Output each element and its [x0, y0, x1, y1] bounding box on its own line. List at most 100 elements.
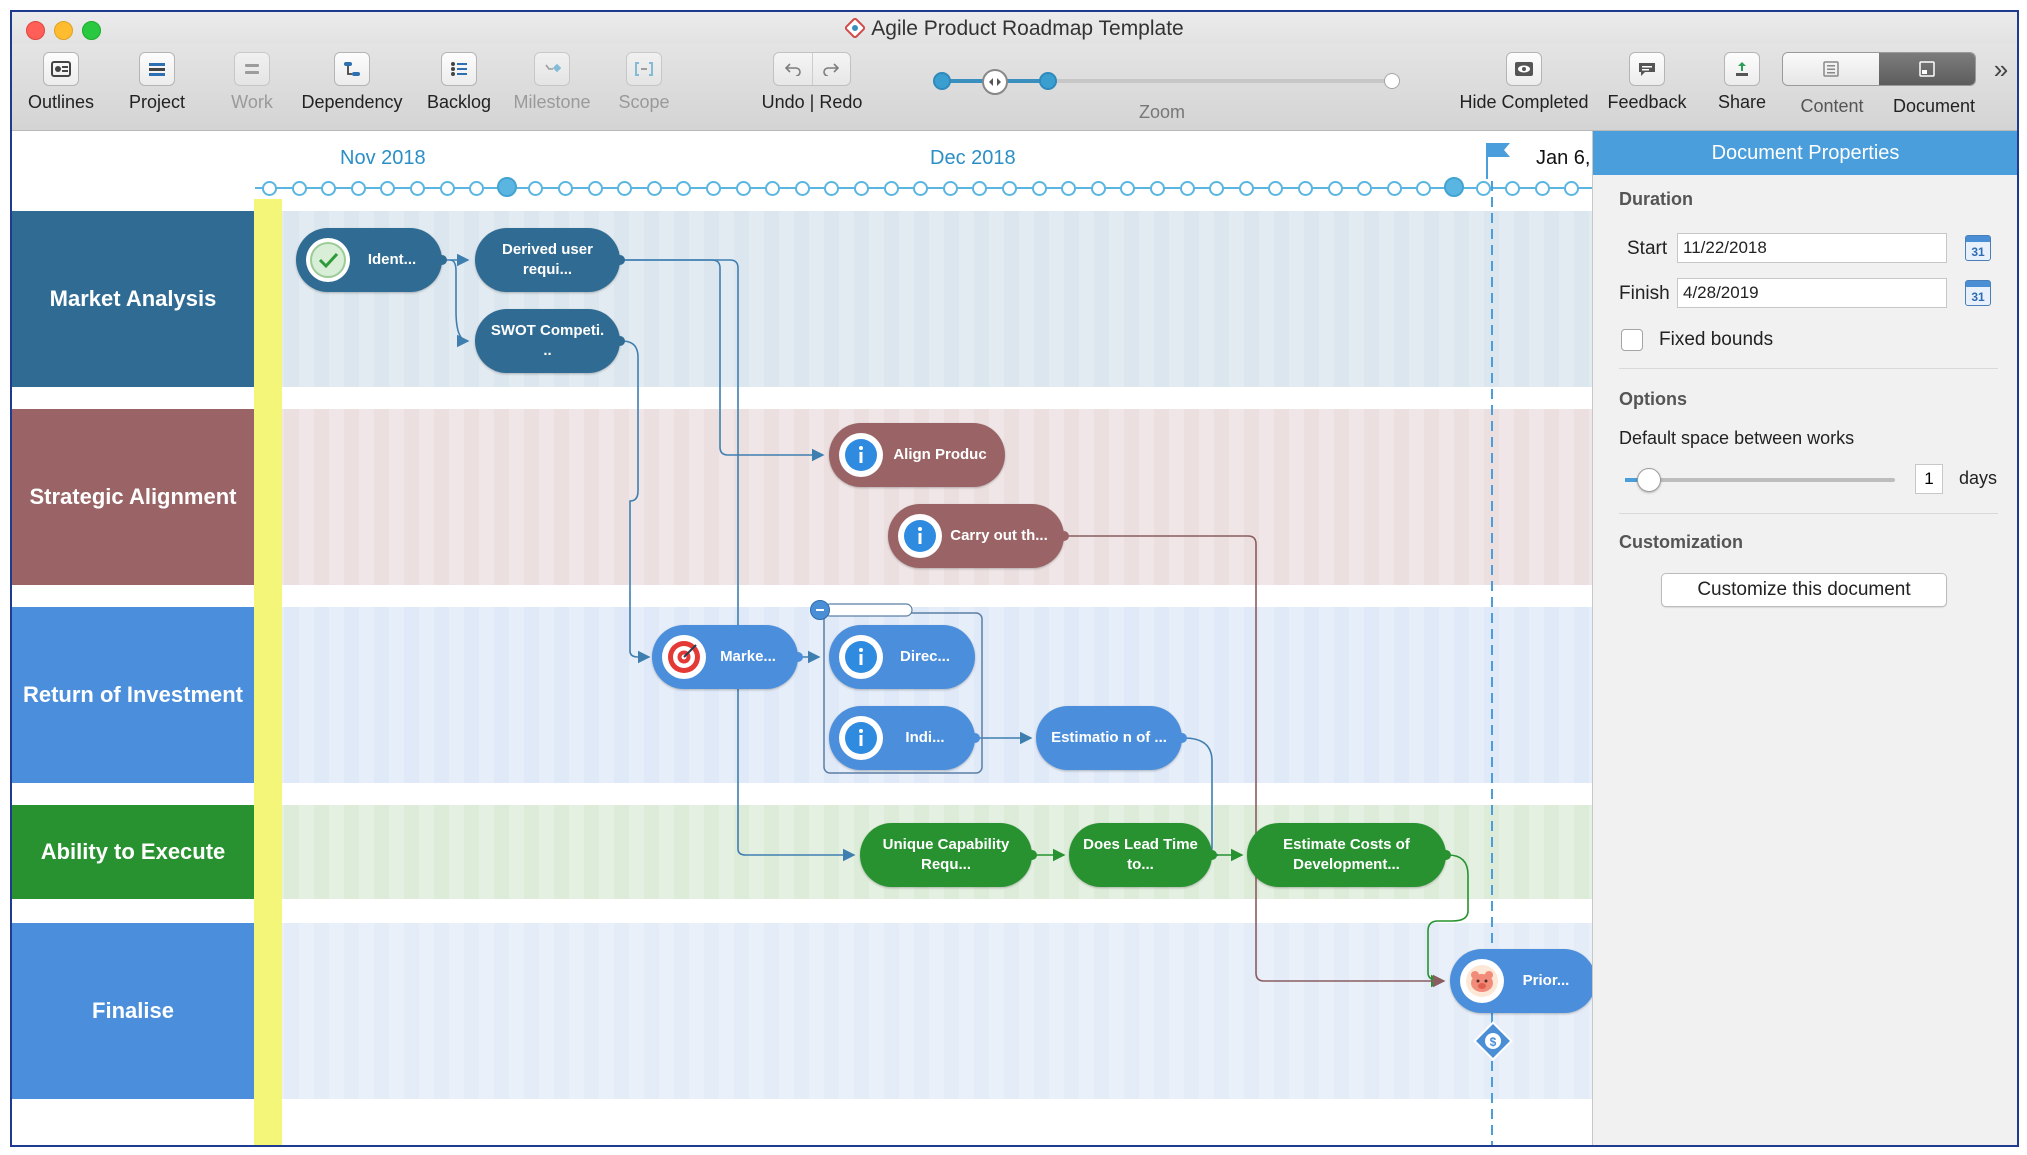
share-label: Share: [1717, 92, 1767, 112]
work-title: Carry out th...: [950, 527, 1048, 544]
panel-title: Document Properties: [1593, 131, 2017, 175]
zoom-center-handle[interactable]: [982, 69, 1008, 95]
zoom-slider[interactable]: [933, 69, 1400, 95]
dependency-icon: [334, 52, 370, 86]
work-does[interactable]: Does Lead Time to...: [1069, 823, 1217, 887]
work-title: Indi...: [905, 729, 945, 746]
space-unit-label: days: [1959, 468, 1998, 488]
group-collapse-button[interactable]: [810, 600, 830, 620]
project-button[interactable]: Project: [122, 52, 192, 113]
work-port[interactable]: [793, 652, 803, 662]
work-prior[interactable]: Prior...: [1450, 949, 1592, 1013]
work-icon: [234, 52, 270, 86]
work-title: Estimate Costs of Development...: [1283, 836, 1410, 873]
redo-icon: [823, 63, 840, 76]
work-port[interactable]: [1027, 850, 1037, 860]
milestone-diamond[interactable]: $: [1472, 1020, 1514, 1062]
work-direc[interactable]: Direc...: [829, 625, 975, 689]
work-port[interactable]: [1441, 850, 1451, 860]
duration-section-title: Duration: [1619, 189, 1693, 209]
milestone-button[interactable]: Milestone: [507, 52, 597, 113]
work-port[interactable]: [1059, 531, 1069, 541]
space-slider[interactable]: [1625, 468, 1895, 492]
outlines-icon: [43, 52, 79, 86]
toolbar-overflow-button[interactable]: »: [1990, 54, 2012, 85]
chevron-double-right-icon: »: [1993, 54, 2009, 84]
zoom-start-handle[interactable]: [933, 72, 951, 90]
start-label: Start: [1627, 238, 1668, 259]
fixed-bounds-label: Fixed bounds: [1659, 329, 1774, 350]
content-label-wrap: Content: [1792, 96, 1872, 117]
outlines-label: Outlines: [27, 92, 95, 112]
backlog-label: Backlog: [426, 92, 492, 112]
feedback-label: Feedback: [1607, 92, 1687, 112]
space-slider-knob[interactable]: [1637, 468, 1661, 492]
finish-date-field[interactable]: 4/28/2019: [1677, 278, 1947, 308]
work-port[interactable]: [615, 336, 625, 346]
start-calendar-icon[interactable]: 31: [1965, 235, 1991, 261]
feedback-button[interactable]: Feedback: [1602, 52, 1692, 113]
work-unique[interactable]: Unique Capability Requ...: [860, 823, 1037, 887]
work-port[interactable]: [1177, 733, 1187, 743]
options-section-title: Options: [1619, 389, 1687, 409]
zoom-label-wrap: Zoom: [1132, 102, 1192, 123]
milestone-icon: [534, 52, 570, 86]
customization-section-title: Customization: [1619, 532, 1743, 552]
work-port[interactable]: [970, 733, 980, 743]
work-derived[interactable]: Derived user requi...: [475, 228, 625, 292]
work-button[interactable]: Work: [222, 52, 282, 113]
work-title: Derived user requi...: [502, 241, 593, 278]
undo-redo-label: Undo | Redo: [761, 92, 863, 112]
start-date-field[interactable]: 11/22/2018: [1677, 233, 1947, 263]
project-icon: [139, 52, 175, 86]
minus-icon: [816, 609, 824, 611]
hide-completed-label: Hide Completed: [1459, 92, 1589, 112]
finish-calendar-icon[interactable]: 31: [1965, 280, 1991, 306]
share-button[interactable]: Share: [1712, 52, 1772, 113]
work-title: Unique Capability Requ...: [882, 836, 1010, 873]
space-value-field[interactable]: 1: [1915, 464, 1943, 494]
work-swot[interactable]: SWOT Competi. ..: [475, 309, 625, 373]
undo-button[interactable]: [774, 53, 812, 85]
scope-button[interactable]: Scope: [609, 52, 679, 113]
roadmap-canvas[interactable]: Market Analysis Strategic Alignment Retu…: [12, 131, 1592, 1145]
work-carry[interactable]: Carry out th...: [888, 504, 1069, 568]
content-label: Content: [1800, 96, 1864, 116]
fixed-bounds-checkbox[interactable]: [1621, 329, 1643, 351]
dependency-button[interactable]: Dependency: [297, 52, 407, 113]
divider: [1619, 513, 1998, 514]
zoom-max-handle[interactable]: [1384, 73, 1400, 89]
undo-icon: [784, 63, 801, 76]
content-view-button[interactable]: [1783, 53, 1879, 85]
scope-label: Scope: [618, 92, 670, 112]
share-icon: [1724, 52, 1760, 86]
work-port[interactable]: [437, 255, 447, 265]
undo-redo-segment: [773, 52, 851, 86]
work-market[interactable]: Marke...: [652, 625, 803, 689]
work-indi[interactable]: Indi...: [829, 706, 980, 770]
backlog-button[interactable]: Backlog: [419, 52, 499, 113]
outlines-button[interactable]: Outlines: [26, 52, 96, 113]
feedback-icon: [1629, 52, 1665, 86]
work-estimation[interactable]: Estimatio n of ...: [1036, 706, 1187, 770]
work-label: Work: [231, 92, 273, 112]
redo-button[interactable]: [811, 53, 851, 85]
work-title: Direc...: [899, 648, 951, 665]
svg-text:$: $: [1490, 1035, 1497, 1049]
work-align[interactable]: Align Produc: [829, 423, 1005, 487]
work-estimate-costs[interactable]: Estimate Costs of Development...: [1247, 823, 1451, 887]
window-title: Agile Product Roadmap Template: [871, 17, 1184, 40]
hide-completed-button[interactable]: Hide Completed: [1454, 52, 1594, 113]
work-identify[interactable]: Ident...: [296, 228, 447, 292]
work-port[interactable]: [1207, 850, 1217, 860]
customize-document-button[interactable]: Customize this document: [1661, 573, 1947, 607]
app-icon: [845, 18, 866, 38]
toolbar: Outlines Project Work Dependency Backlog…: [12, 44, 2017, 131]
undo-redo-control: Undo | Redo: [757, 52, 867, 113]
document-view-button[interactable]: [1879, 53, 1975, 85]
check-icon: [306, 238, 350, 282]
work-title: Does Lead Time to...: [1083, 836, 1198, 873]
zoom-end-handle[interactable]: [1039, 72, 1057, 90]
work-port[interactable]: [615, 255, 625, 265]
piggy-bank-icon: [1460, 959, 1504, 1003]
